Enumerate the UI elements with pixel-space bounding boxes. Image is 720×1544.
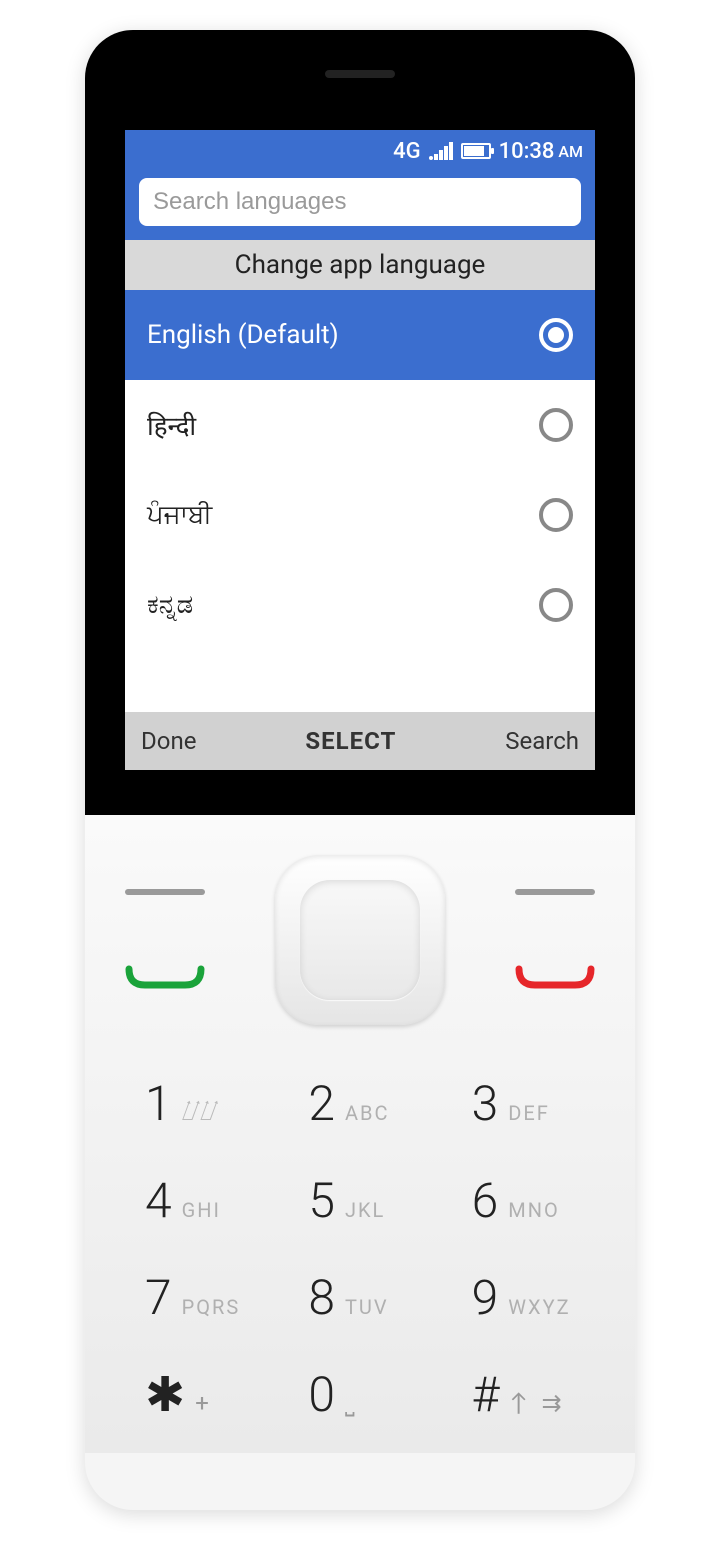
key-7[interactable]: 7 PQRS	[125, 1269, 268, 1326]
key-digit: 2	[308, 1075, 335, 1132]
softkey-left[interactable]: Done	[141, 727, 196, 755]
key-digit: 1	[145, 1075, 172, 1132]
hardware-controls: 1⌰⌰2ABC3DEF4GHI5JKL6MNO7PQRS8TUV9WXYZ✱+0…	[85, 815, 635, 1453]
left-soft-button[interactable]	[125, 889, 205, 895]
network-label: 4G	[393, 139, 421, 164]
call-button[interactable]	[125, 965, 205, 991]
key-6[interactable]: 6 MNO	[452, 1172, 595, 1229]
key-digit: 9	[472, 1269, 499, 1326]
key-digit: #	[472, 1366, 500, 1423]
nav-cluster	[115, 855, 605, 1055]
search-input[interactable]	[139, 178, 581, 226]
language-item[interactable]: ਪੰਜਾਬੀ	[125, 470, 595, 560]
key-sublabel: ↑ ⇉	[510, 1388, 566, 1417]
numeric-keypad: 1⌰⌰2ABC3DEF4GHI5JKL6MNO7PQRS8TUV9WXYZ✱+0…	[115, 1055, 605, 1423]
key-sublabel: GHI	[182, 1198, 221, 1222]
status-bar: 4G 10:38 AM	[125, 130, 595, 172]
language-item[interactable]: English (Default)	[125, 290, 595, 380]
key-sublabel: JKL	[345, 1198, 385, 1222]
key-5[interactable]: 5 JKL	[288, 1172, 431, 1229]
key-digit: 0	[308, 1366, 335, 1423]
key-digit: ✱	[145, 1366, 185, 1423]
key-digit: 4	[145, 1172, 172, 1229]
key-digit: 3	[472, 1075, 499, 1132]
phone-bezel-top	[85, 30, 635, 130]
key-8[interactable]: 8 TUV	[288, 1269, 431, 1326]
screen-bezel: 4G 10:38 AM Change app language English …	[85, 130, 635, 815]
screen: 4G 10:38 AM Change app language English …	[125, 130, 595, 770]
language-label: English (Default)	[147, 320, 339, 350]
clock-ampm: AM	[558, 142, 583, 161]
speaker-grille	[325, 70, 395, 78]
radio-icon	[539, 318, 573, 352]
key-digit: 7	[145, 1269, 172, 1326]
key-sublabel: ⌰⌰	[182, 1094, 219, 1128]
right-soft-button[interactable]	[515, 889, 595, 895]
key-sublabel: +	[195, 1389, 213, 1417]
key-digit: 5	[308, 1172, 335, 1229]
search-bar-container	[125, 172, 595, 240]
language-label: हिन्दी	[147, 407, 196, 443]
signal-icon	[429, 142, 453, 160]
softkey-right[interactable]: Search	[505, 727, 579, 755]
key-3[interactable]: 3 DEF	[452, 1075, 595, 1132]
key-9[interactable]: 9 WXYZ	[452, 1269, 595, 1326]
key-sublabel: ⎵	[345, 1389, 359, 1417]
dpad[interactable]	[275, 855, 445, 1025]
radio-icon	[539, 408, 573, 442]
key-sublabel: PQRS	[182, 1295, 241, 1319]
key-sublabel: ABC	[345, 1101, 390, 1125]
key-digit: 6	[472, 1172, 499, 1229]
language-item[interactable]: हिन्दी	[125, 380, 595, 470]
key-#[interactable]: # ↑ ⇉	[452, 1366, 595, 1423]
clock-time: 10:38	[499, 139, 555, 164]
battery-icon	[461, 143, 491, 159]
language-item[interactable]: ಕನ್ನಡ	[125, 560, 595, 650]
key-2[interactable]: 2 ABC	[288, 1075, 431, 1132]
language-label: ਪੰਜਾਬੀ	[147, 500, 212, 531]
radio-icon	[539, 588, 573, 622]
language-list: English (Default) हिन्दी ਪੰਜਾਬੀ ಕನ್ನಡ	[125, 290, 595, 712]
key-digit: 8	[308, 1269, 335, 1326]
key-0[interactable]: 0⎵	[288, 1366, 431, 1423]
key-sublabel: WXYZ	[508, 1295, 570, 1319]
dpad-center-button[interactable]	[300, 880, 420, 1000]
key-✱[interactable]: ✱+	[125, 1366, 268, 1423]
key-sublabel: DEF	[508, 1101, 550, 1125]
radio-icon	[539, 498, 573, 532]
softkey-bar: Done SELECT Search	[125, 712, 595, 770]
softkey-center[interactable]: SELECT	[305, 727, 396, 755]
section-header: Change app language	[125, 240, 595, 290]
key-4[interactable]: 4 GHI	[125, 1172, 268, 1229]
phone-frame: 4G 10:38 AM Change app language English …	[85, 30, 635, 1510]
key-sublabel: TUV	[345, 1295, 389, 1319]
key-sublabel: MNO	[508, 1198, 560, 1222]
language-label: ಕನ್ನಡ	[147, 590, 193, 621]
key-1[interactable]: 1 ⌰⌰	[125, 1075, 268, 1132]
end-call-button[interactable]	[515, 965, 595, 991]
